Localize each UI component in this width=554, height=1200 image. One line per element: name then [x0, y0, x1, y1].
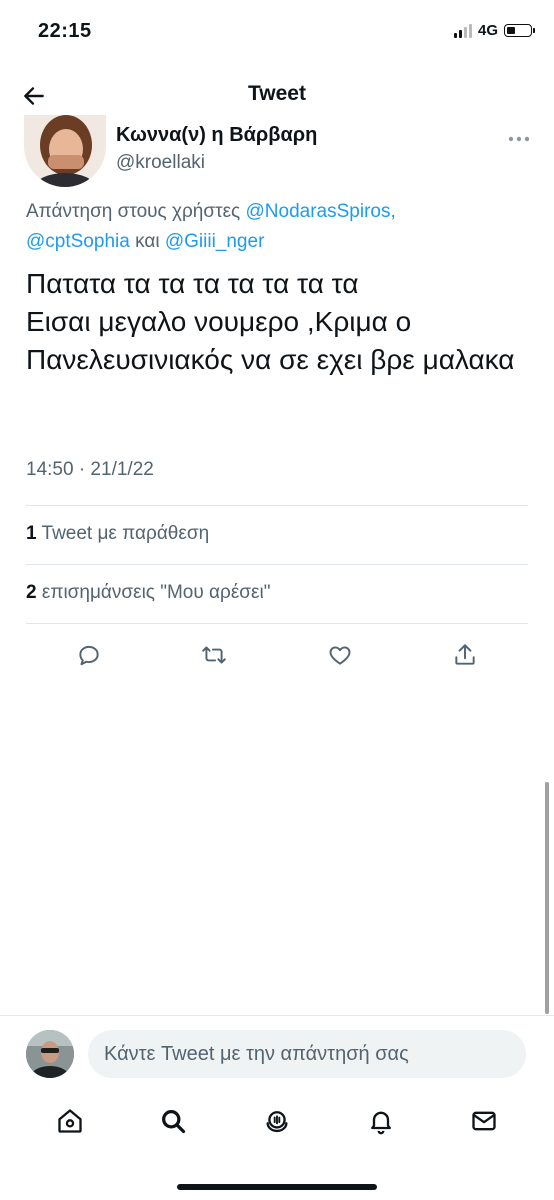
- like-button[interactable]: [323, 638, 357, 672]
- bottom-navigation: [0, 1098, 554, 1144]
- nav-home[interactable]: [50, 1101, 90, 1141]
- like-count: 2: [26, 582, 37, 603]
- tweet-text: Πατατα τα τα τα τα τα τα τα Εισαι μεγαλο…: [26, 268, 515, 375]
- spaces-icon: [266, 1111, 288, 1133]
- divider: [26, 505, 528, 506]
- quote-count: 1: [26, 523, 37, 544]
- search-icon: [162, 1110, 186, 1134]
- tweet-actions: [26, 638, 528, 672]
- nav-messages[interactable]: [464, 1101, 504, 1141]
- user-avatar[interactable]: [26, 1030, 74, 1078]
- share-button[interactable]: [448, 638, 482, 672]
- share-icon: [455, 644, 475, 665]
- likes-stat[interactable]: 2 επισημάνσεις "Μου αρέσει": [26, 582, 270, 604]
- network-label: 4G: [477, 22, 498, 39]
- mention-link[interactable]: @cptSophia: [26, 231, 130, 252]
- mention-link[interactable]: @NodarasSpiros,: [246, 201, 396, 222]
- divider: [26, 564, 528, 565]
- status-time: 22:15: [38, 20, 92, 42]
- divider: [0, 1015, 554, 1016]
- signal-icon: [453, 23, 472, 38]
- like-label: επισημάνσεις "Μου αρέσει": [41, 582, 271, 603]
- status-indicators: 4G: [453, 22, 535, 39]
- quote-tweets-stat[interactable]: 1 Tweet με παράθεση: [26, 523, 209, 545]
- reply-button[interactable]: [72, 638, 106, 672]
- home-indicator[interactable]: [177, 1184, 377, 1190]
- author-handle[interactable]: @kroellaki: [116, 152, 205, 174]
- author-avatar[interactable]: [24, 115, 106, 187]
- avatar-image: [24, 115, 106, 187]
- reply-input[interactable]: Κάντε Tweet με την απάντησή σας: [88, 1030, 526, 1078]
- mention-link[interactable]: @Giiii_nger: [165, 231, 265, 252]
- reply-icon: [79, 645, 99, 666]
- reply-prefix: Απάντηση στους χρήστες: [26, 201, 241, 222]
- retweet-icon: [202, 646, 227, 664]
- tweet-timestamp[interactable]: 14:50 · 21/1/22: [26, 459, 154, 481]
- divider: [26, 623, 528, 624]
- nav-search[interactable]: [153, 1101, 193, 1141]
- reply-context: Απάντηση στους χρήστες @NodarasSpiros, @…: [26, 197, 516, 257]
- quote-label: Tweet με παράθεση: [41, 523, 210, 544]
- mail-icon: [472, 1111, 496, 1131]
- avatar-image: [26, 1030, 74, 1078]
- author-name[interactable]: Κωννα(ν) η Βάρβαρη: [116, 124, 317, 147]
- scrollbar[interactable]: [545, 782, 549, 1014]
- home-icon: [58, 1109, 82, 1133]
- reply-and: και: [135, 231, 160, 252]
- nav-notifications[interactable]: [361, 1101, 401, 1141]
- more-icon: [508, 136, 530, 142]
- more-button[interactable]: [508, 126, 530, 149]
- retweet-button[interactable]: [197, 638, 231, 672]
- page-title: Tweet: [248, 82, 306, 105]
- nav-spaces[interactable]: [257, 1101, 297, 1141]
- heart-icon: [329, 646, 351, 665]
- battery-icon: [504, 24, 535, 37]
- bell-icon: [370, 1111, 391, 1135]
